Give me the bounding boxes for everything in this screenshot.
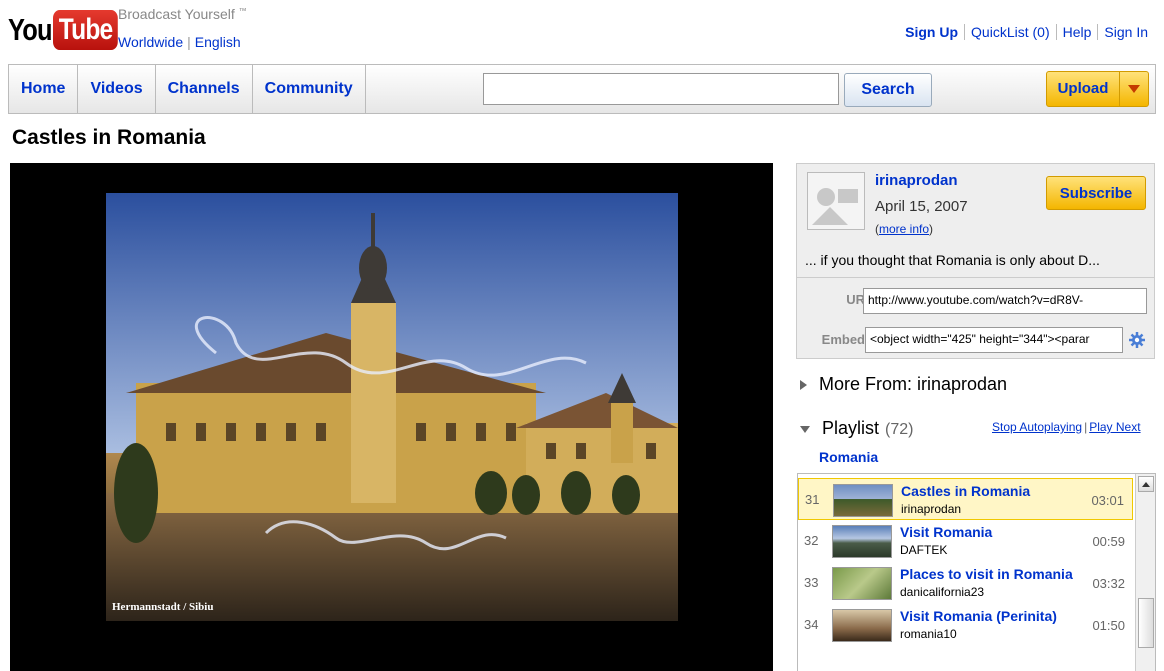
url-field[interactable]: http://www.youtube.com/watch?v=dR8V- [863, 288, 1147, 314]
youtube-logo[interactable]: You Tube [8, 8, 133, 52]
playlist-item-title[interactable]: Castles in Romania [901, 483, 1030, 499]
video-frame[interactable]: Hermannstadt / Sibiu [106, 193, 678, 621]
main-nav-bar: Home Videos Channels Community Search Up… [8, 64, 1156, 114]
playlist-item[interactable]: 32 Visit Romania DAFTEK 00:59 [798, 520, 1133, 562]
search-button[interactable]: Search [844, 73, 932, 107]
playlist-item-index: 34 [804, 617, 819, 632]
playlist-item-title[interactable]: Visit Romania [900, 524, 992, 540]
playlist-list: 31 Castles in Romania irinaprodan 03:01 … [797, 473, 1156, 671]
playlist-item-index: 33 [804, 575, 819, 590]
playlist-count: (72) [885, 421, 914, 438]
playlist-item-index: 32 [804, 533, 819, 548]
playlist-item-user[interactable]: DAFTEK [900, 543, 947, 557]
upload-label[interactable]: Upload [1047, 72, 1120, 106]
locale-selector: Worldwide | English [118, 34, 241, 50]
video-player[interactable]: Hermannstadt / Sibiu [10, 163, 773, 671]
playlist-item[interactable]: 34 Visit Romania (Perinita) romania10 01… [798, 604, 1133, 646]
playlist-item-duration: 00:59 [1092, 534, 1125, 549]
playlist-item-title[interactable]: Places to visit in Romania [900, 566, 1073, 582]
playlist-item[interactable]: 31 Castles in Romania irinaprodan 03:01 [798, 478, 1133, 520]
playlist-item-user[interactable]: danicalifornia23 [900, 585, 984, 599]
tab-home[interactable]: Home [9, 65, 79, 113]
play-next-link[interactable]: Play Next [1089, 420, 1140, 434]
playlist-item-duration: 01:50 [1092, 618, 1125, 633]
video-title: Castles in Romania [12, 126, 206, 149]
playlist-item-thumbnail[interactable] [833, 484, 893, 517]
uploader-avatar[interactable] [807, 172, 865, 230]
sign-in-link[interactable]: Sign In [1097, 24, 1154, 40]
help-link[interactable]: Help [1055, 24, 1098, 40]
subscribe-button[interactable]: Subscribe [1046, 176, 1146, 210]
tab-videos[interactable]: Videos [78, 65, 156, 113]
castle-scene-image [106, 193, 678, 621]
upload-date: April 15, 2007 [875, 198, 968, 215]
playlist-name-link[interactable]: Romania [819, 449, 878, 465]
quicklist-link[interactable]: QuickList (0) [964, 24, 1056, 40]
embed-label: Embed [821, 332, 865, 347]
search-input[interactable] [483, 73, 839, 105]
playlist-item-index: 31 [805, 492, 820, 507]
playlist-item-user[interactable]: irinaprodan [901, 502, 961, 516]
embed-field[interactable]: <object width="425" height="344"><parar [865, 327, 1123, 353]
playlist-item-duration: 03:32 [1092, 576, 1125, 591]
playlist-label: Playlist [822, 418, 880, 438]
more-info-link[interactable]: more info [879, 222, 929, 236]
frame-caption: Hermannstadt / Sibiu [112, 601, 214, 613]
tab-community[interactable]: Community [253, 65, 366, 113]
tagline: Broadcast Yourself ™ [118, 6, 247, 22]
more-from-label: More From: irinaprodan [819, 374, 1008, 394]
playlist-controls: Stop Autoplaying | Play Next [992, 420, 1141, 434]
region-link[interactable]: Worldwide [118, 34, 183, 50]
playlist-toggle[interactable]: Playlist (72) [800, 418, 913, 439]
more-from-toggle[interactable]: More From: irinaprodan [800, 374, 1007, 395]
scroll-thumb[interactable] [1138, 598, 1154, 648]
video-description: ... if you thought that Romania is only … [805, 252, 1100, 268]
tagline-tm: ™ [238, 6, 247, 16]
embed-settings-gear-icon[interactable] [1127, 329, 1147, 351]
language-link[interactable]: English [195, 34, 241, 50]
playlist-item-user[interactable]: romania10 [900, 627, 957, 641]
stop-autoplaying-link[interactable]: Stop Autoplaying [992, 420, 1082, 434]
top-links: Sign Up QuickList (0) Help Sign In [899, 24, 1154, 40]
playlist-item-thumbnail[interactable] [832, 609, 892, 642]
uploader-name-link[interactable]: irinaprodan [875, 172, 958, 189]
default-avatar-icon [808, 173, 864, 229]
divider [797, 277, 1154, 278]
expanded-arrow-icon [800, 425, 810, 433]
tagline-text: Broadcast Yourself [118, 6, 235, 22]
upload-button[interactable]: Upload [1046, 71, 1149, 107]
playlist-item-title[interactable]: Visit Romania (Perinita) [900, 608, 1057, 624]
playlist-scrollbar[interactable] [1135, 474, 1155, 671]
scroll-up-arrow-icon[interactable] [1138, 476, 1154, 492]
nav-tabs: Home Videos Channels Community [9, 65, 366, 113]
upload-dropdown-arrow-icon[interactable] [1120, 72, 1148, 106]
collapsed-arrow-icon [800, 380, 807, 391]
playlist-item-duration: 03:01 [1091, 493, 1124, 508]
playlist-item[interactable]: 33 Places to visit in Romania danicalifo… [798, 562, 1133, 604]
logo-tube-text: Tube [53, 10, 119, 50]
more-info-wrapper: (more info) [875, 222, 933, 236]
sign-up-link[interactable]: Sign Up [899, 24, 964, 40]
tab-channels[interactable]: Channels [156, 65, 253, 113]
logo-you-text: You [8, 12, 52, 47]
video-info-box: irinaprodan April 15, 2007 (more info) S… [796, 163, 1155, 359]
playlist-item-thumbnail[interactable] [832, 525, 892, 558]
more-info-close-paren: ) [929, 222, 934, 236]
playlist-item-thumbnail[interactable] [832, 567, 892, 600]
